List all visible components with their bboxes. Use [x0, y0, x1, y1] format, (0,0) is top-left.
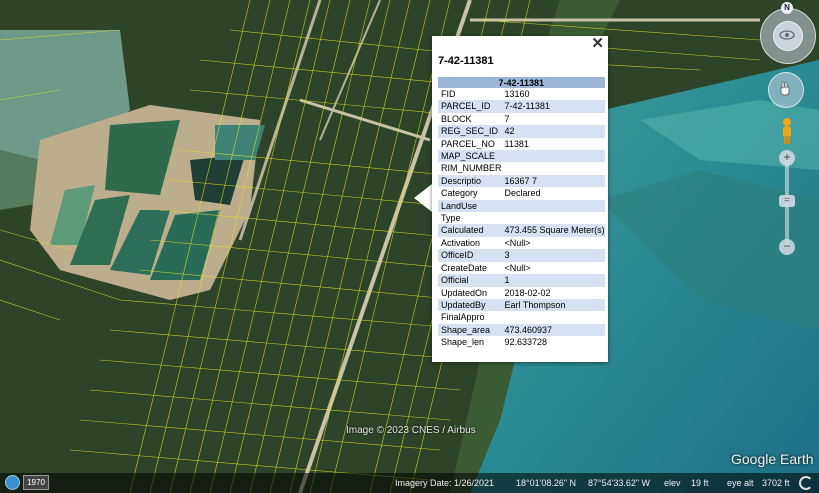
attribute-row: RIM_NUMBER: [438, 162, 605, 174]
attribute-value: 11381: [504, 138, 529, 149]
attribute-row: LandUse: [438, 199, 605, 213]
attribute-row: REG_SEC_ID 42: [438, 125, 605, 138]
zoom-control[interactable]: + = −: [779, 150, 795, 256]
attribute-value: 16367 7: [501, 174, 605, 188]
parcel-info-balloon: ✕ 7-42-11381 7-42-11381 FID 13160 PARCEL_I…: [432, 36, 608, 362]
attribute-row: Calculated 473.455 Square Meter(s): [438, 224, 605, 237]
attribute-key: UpdatedBy: [438, 298, 502, 312]
historical-imagery-icon[interactable]: [5, 475, 20, 490]
attribute-row: PARCEL_ID 7-42-11381: [438, 100, 605, 113]
balloon-title: 7-42-11381: [438, 55, 494, 67]
attribute-key: PARCEL_NO: [441, 138, 495, 149]
attribute-key: Shape_area: [438, 323, 502, 337]
attribute-key: REG_SEC_ID: [438, 125, 502, 138]
status-bar: Imagery Date: 1/26/2021 18°01'08.26" N 8…: [0, 473, 819, 493]
attribute-key: PARCEL_ID: [438, 100, 502, 113]
attribute-value: 13160: [504, 89, 530, 99]
attribute-row: UpdatedOn 2018-02-02: [438, 287, 605, 299]
attribute-key: Type: [441, 213, 461, 224]
zoom-out-button[interactable]: −: [779, 239, 795, 255]
eye-alt-value: 3702 ft: [762, 478, 790, 488]
attribute-row: BLOCK 7: [438, 113, 605, 125]
balloon-pointer: [414, 184, 432, 212]
attribute-row: Category Declared: [438, 187, 605, 199]
attribute-key: FID: [441, 89, 456, 99]
attribute-row: FID 13160: [438, 88, 605, 100]
eye-icon: [779, 30, 795, 40]
attribute-row: FinalAppro: [438, 311, 605, 323]
attribute-key: Activation: [441, 237, 481, 248]
attribute-value: 3: [501, 249, 605, 262]
attribute-key: Official: [438, 274, 502, 287]
attribute-value: 7-42-11381: [501, 100, 605, 113]
attribute-row: Official 1: [438, 274, 605, 287]
attribute-table: 7-42-11381 FID 13160 PARCEL_ID 7-42-11381 BL…: [438, 77, 605, 349]
attribute-row: MAP_SCALE: [438, 150, 605, 163]
longitude-readout: 87°54'33.62" W: [588, 478, 651, 488]
close-icon[interactable]: ✕: [591, 36, 604, 52]
eye-alt-label: eye alt: [727, 478, 754, 488]
attribute-key: Calculated: [438, 224, 502, 237]
attribute-value: Declared: [504, 188, 541, 199]
attribute-key: CreateDate: [441, 262, 488, 273]
google-earth-logo: Google Earth: [731, 451, 814, 467]
attribute-value: [501, 199, 605, 213]
attribute-key: MAP_SCALE: [438, 150, 502, 163]
attribute-row: Activation <Null>: [438, 237, 605, 249]
attribute-table-header: 7-42-11381: [438, 77, 605, 88]
attribute-value: Earl Thompson: [501, 298, 605, 312]
history-year-badge[interactable]: 1970: [23, 475, 49, 490]
attribute-key: LandUse: [438, 199, 502, 213]
attribute-key: BLOCK: [441, 113, 472, 124]
satellite-map[interactable]: [0, 0, 819, 493]
attribute-key: RIM_NUMBER: [441, 163, 502, 174]
attribute-key: UpdatedOn: [441, 287, 488, 298]
navigation-compass[interactable]: N: [760, 2, 816, 64]
attribute-value: [502, 311, 605, 323]
attribute-value: 473.460937: [501, 323, 605, 337]
imagery-copyright: Image © 2023 CNES / Airbus: [346, 425, 476, 436]
attribute-row: CreateDate <Null>: [438, 262, 605, 274]
zoom-in-button[interactable]: +: [779, 150, 795, 166]
attribute-value: 7: [504, 113, 510, 124]
attribute-key: Descriptio: [438, 174, 502, 188]
attribute-row: Shape_area 473.460937: [438, 323, 605, 337]
attribute-value: [502, 162, 605, 174]
imagery-date: Imagery Date: 1/26/2021: [395, 478, 495, 488]
north-indicator[interactable]: N: [781, 2, 793, 14]
attribute-row: PARCEL_NO 11381: [438, 138, 605, 150]
elevation-label: elev: [664, 478, 681, 488]
attribute-value: 92.633728: [504, 337, 548, 348]
move-control[interactable]: [768, 72, 804, 108]
attribute-row: OfficeID 3: [438, 249, 605, 262]
attribute-value: [502, 212, 605, 224]
attribute-value: <Null>: [504, 237, 531, 248]
attribute-value: 473.455 Square Meter(s): [501, 224, 605, 237]
attribute-key: FinalAppro: [441, 312, 485, 323]
attribute-value: [501, 150, 605, 163]
attribute-value: 1: [501, 274, 605, 287]
attribute-key: OfficeID: [438, 249, 502, 262]
zoom-slider-knob[interactable]: =: [779, 195, 795, 207]
attribute-key: Category: [441, 188, 478, 199]
elevation-value: 19 ft: [691, 478, 709, 488]
attribute-value: 42: [501, 125, 605, 138]
attribute-value: <Null>: [504, 262, 531, 273]
hand-icon: [780, 81, 790, 96]
attribute-row: UpdatedBy Earl Thompson: [438, 298, 605, 312]
pegman-icon[interactable]: [779, 117, 795, 145]
attribute-row: Shape_len 92.633728: [438, 336, 605, 348]
loading-spinner-icon: [799, 476, 813, 490]
attribute-key: Shape_len: [441, 337, 485, 348]
attribute-row: Descriptio 16367 7: [438, 174, 605, 188]
attribute-value: 2018-02-02: [504, 287, 551, 298]
attribute-table-body: FID 13160 PARCEL_ID 7-42-11381 BLOCK 7 REG_SEC…: [438, 88, 605, 349]
latitude-readout: 18°01'08.26" N: [516, 478, 577, 488]
attribute-row: Type: [438, 212, 605, 224]
map-imagery: [0, 0, 819, 493]
